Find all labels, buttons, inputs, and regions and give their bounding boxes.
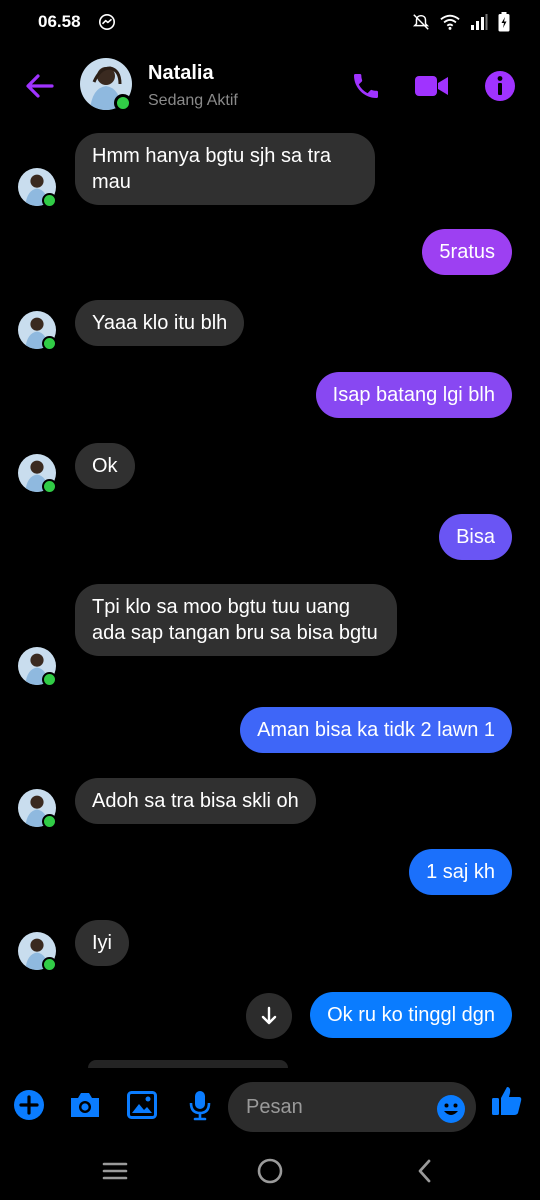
camera-icon: [71, 1093, 99, 1117]
phone-icon: [354, 74, 378, 98]
online-indicator: [42, 193, 57, 208]
message-outgoing[interactable]: Aman bisa ka tidk 2 lawn 1: [240, 707, 512, 753]
arrow-down-icon: [261, 1006, 277, 1025]
message-incoming[interactable]: Yaaa klo itu blh: [75, 300, 245, 346]
message-outgoing[interactable]: Bisa: [439, 514, 512, 560]
call-button[interactable]: [348, 68, 384, 104]
home-button[interactable]: [255, 1156, 285, 1186]
message-outgoing[interactable]: Isap batang lgi blh: [315, 372, 512, 418]
message-outgoing[interactable]: 1 saj kh: [409, 849, 512, 895]
contact-status: Sedang Aktif: [148, 92, 238, 109]
contact-name[interactable]: Natalia: [148, 62, 214, 85]
status-time: 06.58: [38, 12, 81, 31]
plus-icon: [14, 1090, 44, 1120]
message-incoming[interactable]: Adoh sa tra bisa skli oh: [75, 778, 316, 824]
messenger-notification-icon: [98, 13, 116, 31]
info-icon: [485, 71, 515, 101]
online-indicator: [42, 336, 57, 351]
online-indicator: [42, 814, 57, 829]
arrow-left-icon: [26, 74, 54, 98]
image-icon: [127, 1091, 157, 1119]
status-icons: [412, 12, 510, 32]
thumbs-up-icon[interactable]: [490, 1084, 524, 1118]
status-bar: 06.58: [0, 0, 540, 46]
scroll-to-bottom-button[interactable]: [246, 993, 292, 1039]
message-composer: [0, 1078, 540, 1138]
recent-apps-button[interactable]: [100, 1156, 130, 1186]
add-button[interactable]: [12, 1088, 46, 1122]
home-circle-icon: [257, 1158, 283, 1184]
partial-message: [88, 1060, 288, 1068]
message-incoming[interactable]: Hmm hanya bgtu sjh sa tra mau: [75, 133, 375, 205]
voice-button[interactable]: [183, 1088, 217, 1122]
chevron-left-icon: [418, 1159, 431, 1183]
menu-lines-icon: [102, 1162, 128, 1180]
message-incoming[interactable]: Ok: [75, 443, 135, 489]
online-indicator: [42, 672, 57, 687]
wifi-icon: [440, 14, 460, 30]
video-camera-icon: [415, 76, 448, 96]
gallery-button[interactable]: [125, 1088, 159, 1122]
system-navigation-bar: [0, 1140, 540, 1200]
microphone-icon: [189, 1091, 211, 1121]
mute-icon: [412, 14, 430, 30]
message-outgoing[interactable]: 5ratus: [422, 229, 512, 275]
message-outgoing[interactable]: Ok ru ko tinggl dgn: [310, 992, 512, 1038]
back-nav-button[interactable]: [410, 1156, 440, 1186]
emoji-icon[interactable]: [436, 1094, 466, 1124]
message-incoming[interactable]: Tpi klo sa moo bgtu tuu uang ada sap tan…: [75, 584, 397, 656]
online-indicator: [42, 957, 57, 972]
chat-header: Natalia Sedang Aktif: [0, 50, 540, 122]
signal-icon: [471, 14, 488, 30]
online-indicator: [114, 94, 132, 112]
video-call-button[interactable]: [414, 68, 450, 104]
message-incoming[interactable]: Iyi: [75, 920, 129, 966]
camera-button[interactable]: [68, 1088, 102, 1122]
info-button[interactable]: [482, 68, 518, 104]
online-indicator: [42, 479, 57, 494]
battery-icon: [498, 12, 510, 32]
back-button[interactable]: [22, 68, 58, 104]
